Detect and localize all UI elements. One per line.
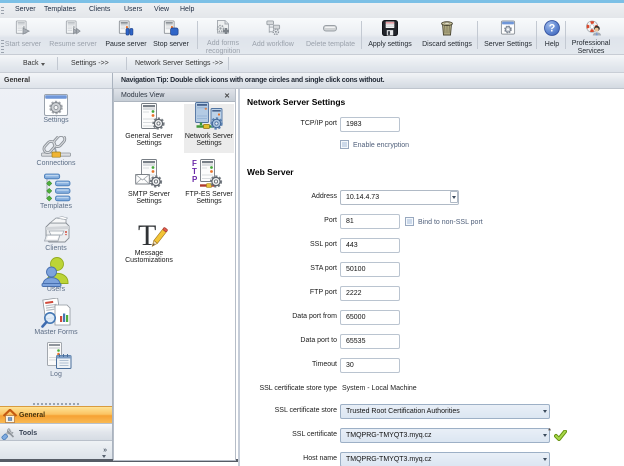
svg-text:P: P: [192, 175, 198, 184]
svg-text:T: T: [138, 220, 156, 251]
svg-text:?: ?: [549, 23, 556, 35]
